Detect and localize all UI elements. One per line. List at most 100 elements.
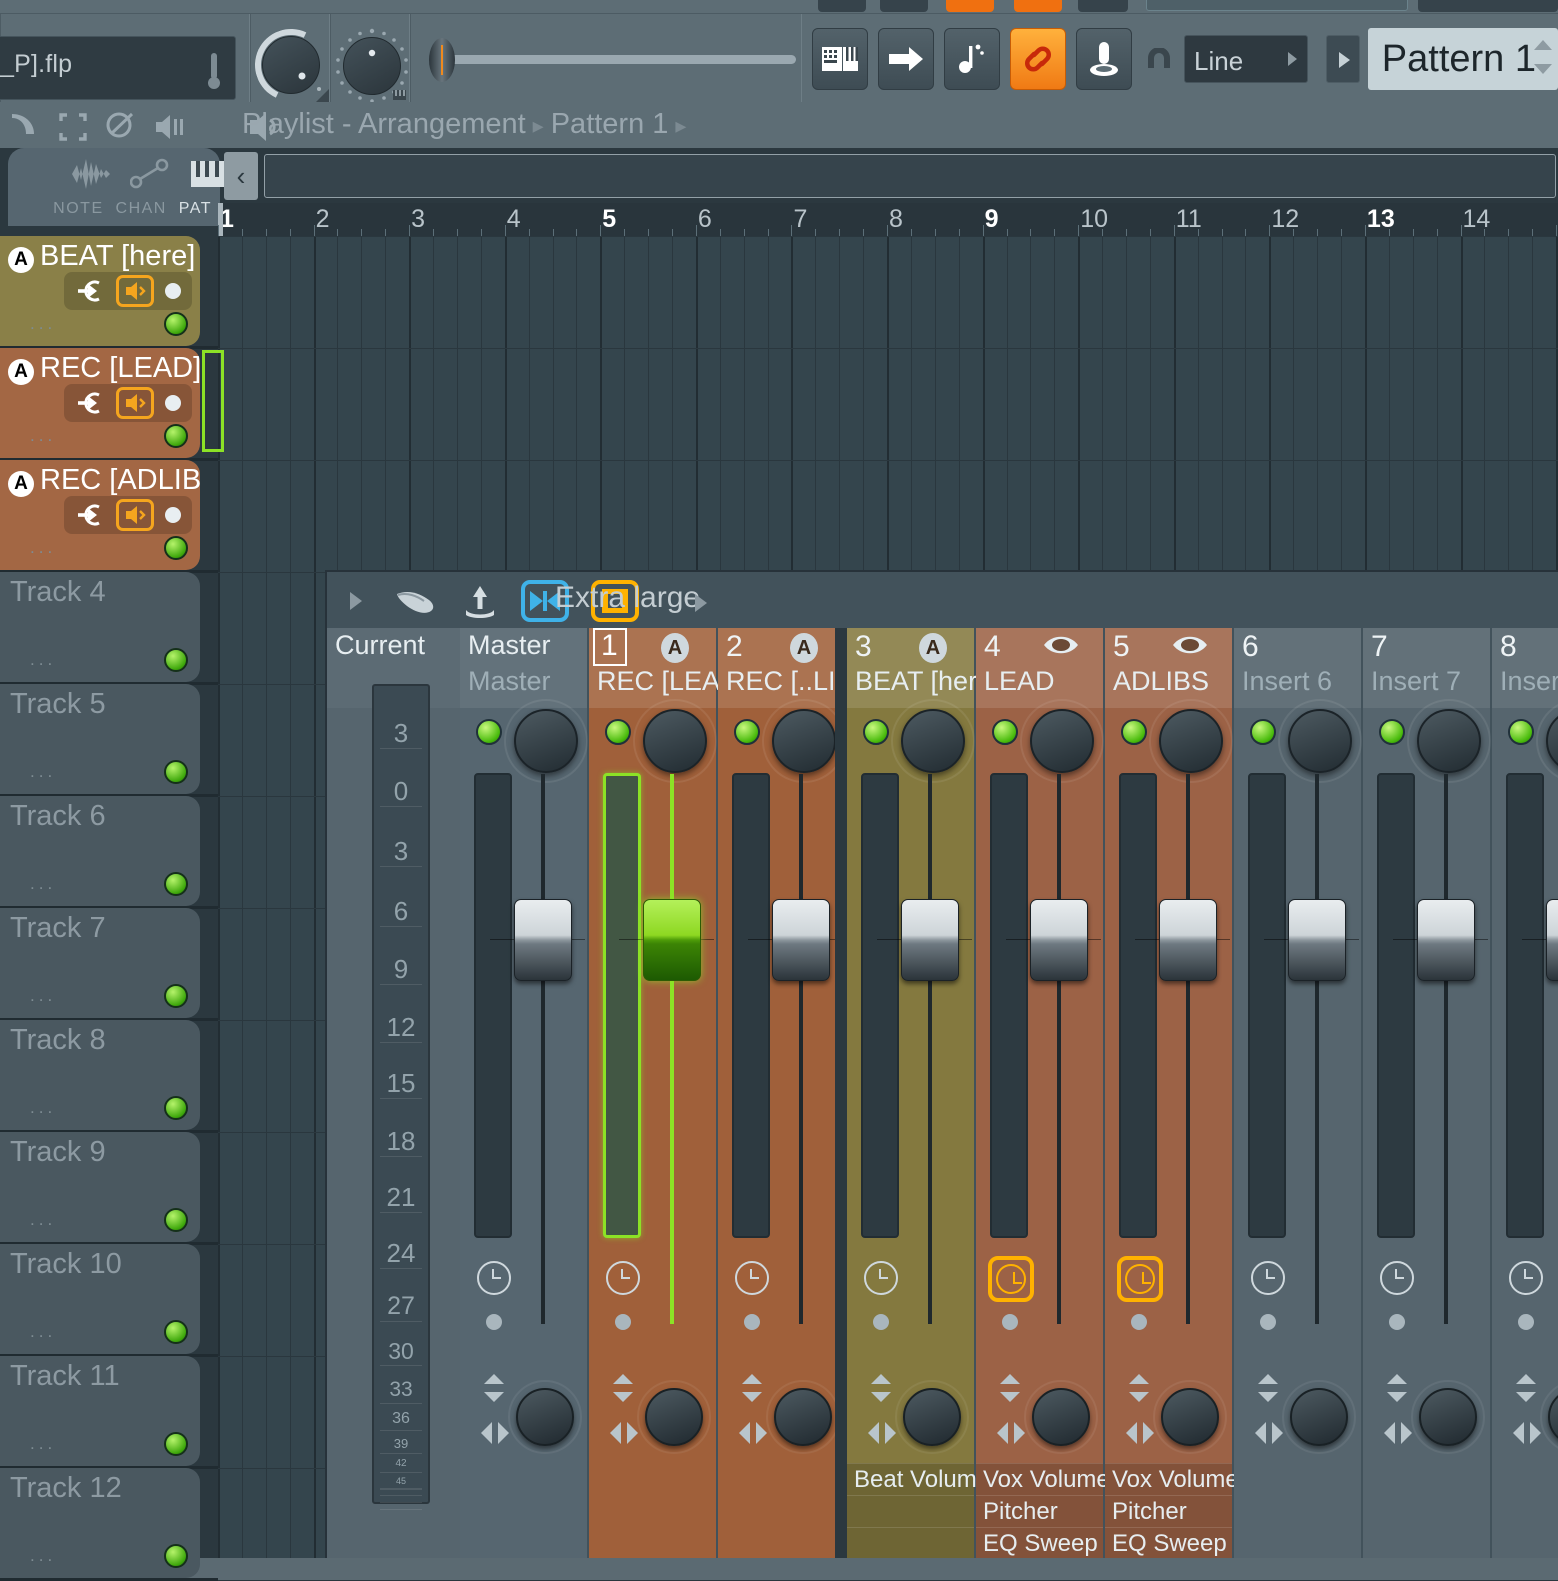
track-options-dots[interactable]: ... [30,986,56,1006]
multilink-note-button[interactable] [944,28,1000,90]
track-solo-dot[interactable] [165,507,181,523]
track-options-dots[interactable]: ... [30,1322,56,1342]
sliver-button-3-active[interactable] [946,0,994,12]
playlist-track-header[interactable]: A BEAT [here]... [0,236,200,346]
playlist-track-name[interactable]: Track 9 [10,1136,106,1169]
track-options-dots[interactable]: ... [30,1434,56,1454]
track-activity-led[interactable] [164,760,188,784]
mixer-record-dot[interactable] [615,1314,631,1330]
mixer-strip-top-knob[interactable] [1288,709,1352,773]
stereo-separation-icon[interactable] [1383,1372,1411,1411]
mixer-volume-fader[interactable] [514,899,572,981]
mixer-enable-led[interactable] [1379,719,1405,745]
mixer-enable-led[interactable] [863,719,889,745]
mixer-strip-top-knob[interactable] [1030,709,1094,773]
mixer-strip-header[interactable]: 1 REC [LEAD] A [589,628,747,708]
mouse-cursor-icon[interactable] [393,584,439,618]
track-options-dots[interactable]: ... [30,874,56,894]
mixer-strip[interactable]: 2 REC [..LIBS] A [718,628,879,1558]
track-solo-dot[interactable] [165,395,181,411]
playlist-track-header[interactable]: Track 6... [0,796,200,906]
typing-keyboard-to-piano-button[interactable] [812,28,868,90]
stereo-separation-icon[interactable] [609,1372,637,1411]
step-edit-button[interactable] [878,28,934,90]
track-options-dots[interactable]: ... [30,650,56,670]
mixer-volume-fader[interactable] [1546,899,1558,981]
mixer-strip[interactable]: 3 BEAT [here] A Beat Volume [847,628,1000,1558]
pan-icon[interactable] [1381,1418,1415,1453]
mixer-strip-header[interactable]: 4 LEAD [976,628,1103,708]
mixer-record-arm-button[interactable] [1509,1261,1543,1295]
playlist-track-name[interactable]: REC [ADLIBS] [40,464,200,497]
track-activity-led[interactable] [164,1432,188,1456]
mixer-strip-name[interactable]: LEAD [984,666,1055,697]
track-activity-led[interactable] [164,536,188,560]
playlist-track-header[interactable]: Track 10... [0,1244,200,1354]
mixer-strip[interactable]: 7 Insert 7 [1363,628,1491,1558]
pan-icon[interactable] [478,1418,512,1453]
sliver-button-2[interactable] [880,0,928,12]
mixer-effect-slot[interactable]: Pitcher [976,1495,1103,1527]
playlist-track-name[interactable]: Track 5 [10,688,106,721]
mixer-menu-arrow-icon[interactable] [343,584,369,618]
track-activity-led[interactable] [164,1208,188,1232]
mixer-record-dot[interactable] [1518,1314,1534,1330]
pan-icon[interactable] [607,1418,641,1453]
volume-hint-icon[interactable] [152,110,188,144]
mixer-volume-fader[interactable] [901,899,959,981]
mixer-enable-led[interactable] [605,719,631,745]
playlist-collapse-button[interactable]: ‹ [224,152,258,200]
mixer-strip[interactable]: 1 REC [LEAD] A [589,628,747,1558]
pattern-spin-down[interactable] [1534,64,1552,74]
mixer-volume-fader[interactable] [772,899,830,981]
mixer-volume-fader[interactable] [643,899,701,981]
mixer-strip[interactable]: Master Master [460,628,588,1558]
sliver-button-1[interactable] [818,0,866,12]
mixer-volume-fader[interactable] [1159,899,1217,981]
playlist-top-field[interactable] [264,154,1556,198]
playlist-track-header[interactable]: Track 12... [0,1468,200,1578]
stereo-separation-icon[interactable] [738,1372,766,1411]
mixer-record-arm-button[interactable] [606,1261,640,1295]
multilink-controllers-button[interactable] [1010,28,1066,90]
track-options-dots[interactable]: ... [30,538,56,558]
mixer-strip-header[interactable]: 5 ADLIBS [1105,628,1232,708]
track-options-dots[interactable]: ... [30,1098,56,1118]
mixer-record-arm-button[interactable] [1380,1261,1414,1295]
track-mute-button[interactable] [116,499,154,531]
track-activity-led[interactable] [164,984,188,1008]
mixer-volume-fader[interactable] [1030,899,1088,981]
playlist-track-header[interactable]: Track 8... [0,1020,200,1130]
playlist-track-name[interactable]: Track 10 [10,1248,122,1281]
track-activity-led[interactable] [164,872,188,896]
mixer-strip-top-knob[interactable] [901,709,965,773]
mixer-strip-header[interactable]: Master Master [460,628,587,708]
playlist-tab-pat[interactable]: PAT [179,200,212,217]
anchor-icon[interactable] [461,584,499,618]
playlist-track-header[interactable]: A REC [LEAD]... [0,348,200,458]
mixer-effect-slot[interactable]: Vox Volume [976,1463,1110,1495]
playlist-ruler[interactable]: 1 2 3 4 5 6 7 8 9 10 11 12 13 14 [218,203,1558,236]
mixer-strip-name[interactable]: Insert 6 [1242,666,1332,697]
playlist-track-header[interactable]: Track 11... [0,1356,200,1466]
pan-icon[interactable] [1252,1418,1286,1453]
mixer-strip-header[interactable]: 6 Insert 6 [1234,628,1361,708]
pencil-hint-icon[interactable] [8,110,42,144]
pan-icon[interactable] [994,1418,1028,1453]
playlist-track-name[interactable]: Track 6 [10,800,106,833]
stereo-separation-icon[interactable] [1125,1372,1153,1411]
playlist-track-header[interactable]: Track 4... [0,572,200,682]
track-activity-led[interactable] [164,312,188,336]
playlist-track-name[interactable]: REC [LEAD] [40,352,200,385]
master-pitch-knob[interactable] [334,28,410,104]
track-activity-led[interactable] [164,424,188,448]
track-input-icon[interactable] [75,389,105,417]
master-pitch-slider-handle[interactable] [429,38,455,82]
playlist-track-name[interactable]: Track 12 [10,1472,122,1505]
mixer-strip[interactable]: 4 LEAD Vox Volume Pitcher EQ Sweep [976,628,1110,1558]
track-activity-led[interactable] [164,1096,188,1120]
track-options-dots[interactable]: ... [30,1546,56,1566]
mixer-effect-slot[interactable] [847,1495,974,1527]
track-options-dots[interactable]: ... [30,314,56,334]
stereo-separation-icon[interactable] [480,1372,508,1411]
